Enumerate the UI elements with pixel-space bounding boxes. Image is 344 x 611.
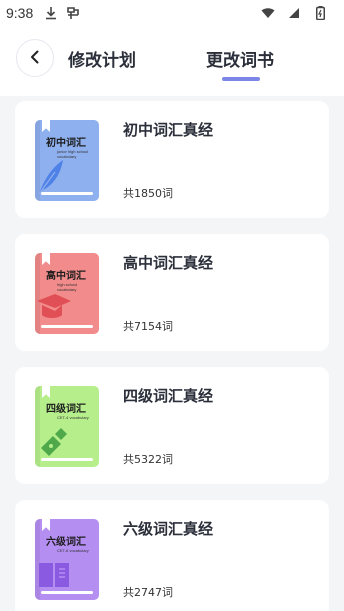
book-list: 初中词汇 junior high school vocabulary 初中词汇真… bbox=[0, 96, 344, 611]
book-name: 高中词汇真经 bbox=[123, 254, 214, 272]
app-notification-icon bbox=[65, 5, 81, 21]
book-name: 初中词汇真经 bbox=[123, 121, 214, 139]
tab-modify-plan[interactable]: 修改计划 bbox=[68, 46, 136, 71]
book-cover: 高中词汇 high school vocabulary bbox=[35, 253, 99, 334]
cover-subtitle: CET-6 vocabulary bbox=[57, 548, 89, 553]
word-count: 共2747词 bbox=[123, 586, 173, 599]
word-count: 共5322词 bbox=[123, 453, 173, 466]
bookmark-icon bbox=[42, 386, 50, 398]
signal-icon bbox=[286, 5, 302, 21]
book-card-cet6[interactable]: 六级词汇 CET-6 vocabulary 六级词汇真经 共2747词 bbox=[15, 500, 329, 611]
cover-title: 高中词汇 bbox=[46, 271, 86, 282]
book-cover: 四级词汇 CET-4 vocabulary bbox=[35, 386, 99, 467]
book-card-cet4[interactable]: 四级词汇 CET-4 vocabulary 四级词汇真经 共5322词 bbox=[15, 367, 329, 484]
graduation-cap-icon bbox=[37, 291, 71, 329]
book-cover: 六级词汇 CET-6 vocabulary bbox=[35, 519, 99, 600]
bookmark-icon bbox=[42, 120, 50, 132]
book-cover: 初中词汇 junior high school vocabulary bbox=[35, 120, 99, 201]
header: 修改计划 更改词书 bbox=[0, 26, 344, 96]
download-icon bbox=[43, 5, 59, 21]
chevron-left-icon bbox=[28, 49, 42, 68]
pen-nib-icon bbox=[37, 424, 71, 462]
bookmark-icon bbox=[42, 519, 50, 531]
book-card-junior[interactable]: 初中词汇 junior high school vocabulary 初中词汇真… bbox=[15, 101, 329, 218]
tab-active-indicator bbox=[222, 77, 260, 81]
bookmark-icon bbox=[42, 253, 50, 265]
status-time: 9:38 bbox=[6, 5, 34, 21]
status-bar: 9:38 bbox=[0, 0, 344, 26]
cover-subtitle: CET-4 vocabulary bbox=[57, 415, 89, 420]
tab-change-book[interactable]: 更改词书 bbox=[206, 46, 274, 71]
word-count: 共1850词 bbox=[123, 187, 173, 200]
cover-title: 六级词汇 bbox=[46, 537, 86, 548]
cover-title: 四级词汇 bbox=[46, 404, 86, 415]
cover-title: 初中词汇 bbox=[46, 138, 86, 149]
book-card-senior[interactable]: 高中词汇 high school vocabulary 高中词汇真经 共7154… bbox=[15, 234, 329, 351]
book-name: 四级词汇真经 bbox=[123, 387, 214, 405]
word-count: 共7154词 bbox=[123, 320, 173, 333]
back-button[interactable] bbox=[16, 39, 54, 77]
open-book-icon bbox=[37, 557, 71, 595]
wifi-icon bbox=[260, 5, 276, 21]
battery-icon bbox=[312, 5, 328, 21]
book-name: 六级词汇真经 bbox=[123, 520, 214, 538]
